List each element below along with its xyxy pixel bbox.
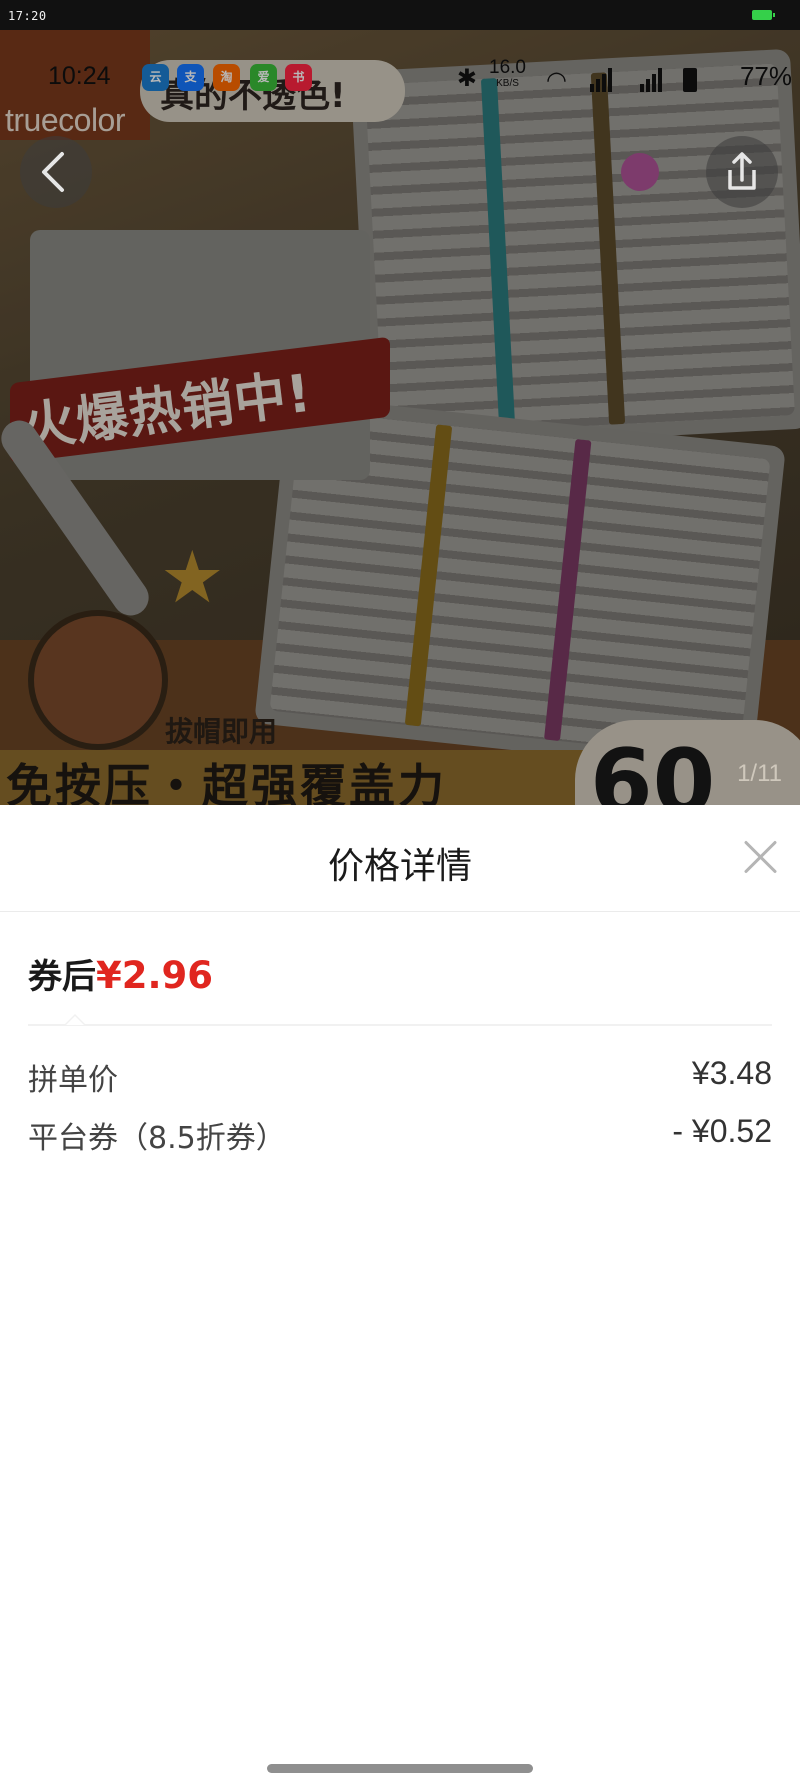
final-price-row: 券后¥2.96 — [28, 949, 213, 998]
close-icon[interactable] — [742, 839, 778, 875]
price-row-platform-coupon: 平台券（8.5折券） - ¥0.52 — [28, 1113, 772, 1157]
system-time: 17:20 — [8, 9, 47, 23]
brand-logo: truecolor — [5, 102, 126, 138]
divider-notch — [64, 1014, 86, 1025]
pen-tip-closeup — [28, 610, 168, 750]
final-price: ¥2.96 — [96, 954, 214, 997]
price-row-label: 拼单价 — [28, 1063, 118, 1098]
cap-caption: 拔帽即用 — [165, 715, 278, 748]
star-icon: ★ — [160, 535, 225, 619]
inner-status-row: 10:24 云 支 淘 爱 书 ✱ 16.0 KB/S ◠ 77% — [0, 30, 800, 94]
marker-case-top — [350, 48, 800, 452]
battery-percent: 77% — [739, 61, 792, 91]
back-arrow-icon — [42, 152, 64, 192]
iqiyi-app-icon: 爱 — [250, 64, 277, 91]
battery-icon-inner — [683, 68, 697, 92]
bottom-slogan: 免按压・超强覆盖力 — [6, 759, 447, 805]
home-indicator[interactable] — [267, 1764, 533, 1773]
wifi-icon: ◠ — [546, 67, 567, 94]
battery-icon — [752, 10, 775, 20]
share-button[interactable] — [706, 136, 778, 208]
bluetooth-icon: ✱ — [456, 65, 477, 92]
signal-icon-2 — [640, 68, 664, 92]
share-icon — [728, 152, 756, 190]
signal-icon — [590, 68, 614, 92]
back-button[interactable] — [20, 136, 92, 208]
product-image[interactable]: 火爆热销中! truecolor 真的不透色! ★ 拔帽即用 免按压・超强覆盖力… — [0, 30, 800, 805]
favorite-icon[interactable] — [621, 153, 659, 191]
price-row-value: ¥3.48 — [691, 1055, 772, 1091]
price-row-group-price: 拼单价 ¥3.48 — [28, 1055, 772, 1099]
price-detail-sheet: 价格详情 券后¥2.96 拼单价 ¥3.48 平台券（8.5折券） - ¥0.5… — [0, 805, 800, 1789]
alipay-app-icon: 支 — [177, 64, 204, 91]
sheet-header: 价格详情 — [0, 805, 800, 912]
taobao-app-icon: 淘 — [213, 64, 240, 91]
final-price-label: 券后 — [28, 957, 96, 997]
price-row-label: 平台券（8.5折券） — [28, 1121, 286, 1156]
unionpay-app-icon: 云 — [142, 64, 169, 91]
network-speed: 16.0 KB/S — [489, 57, 526, 89]
price-row-value: - ¥0.52 — [672, 1113, 772, 1149]
inner-time: 10:24 — [48, 62, 111, 90]
divider — [28, 1024, 772, 1026]
system-status-bar: 17:20 — [0, 0, 800, 30]
xiaohongshu-app-icon: 书 — [285, 64, 312, 91]
sheet-title: 价格详情 — [327, 846, 472, 887]
image-page-indicator: 1/11 — [737, 760, 782, 787]
